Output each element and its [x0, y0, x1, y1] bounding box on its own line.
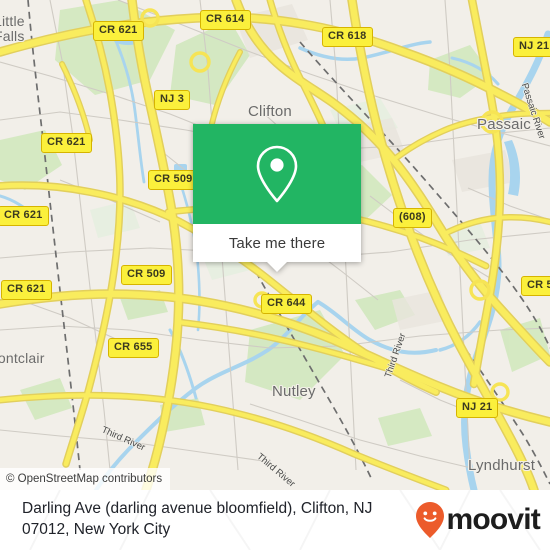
road-shield: CR 655 [108, 338, 159, 358]
address-label: Darling Ave (darling avenue bloomfield),… [22, 500, 373, 538]
place-label-passaic: Passaic [477, 116, 531, 133]
moovit-logo: moovit [415, 501, 550, 539]
popup-header [193, 124, 361, 224]
road-shield: CR 621 [1, 280, 52, 300]
road-shield: CR 621 [0, 206, 49, 226]
road-shield: CR 509 [148, 170, 199, 190]
place-label-text: Little Falls [0, 13, 25, 44]
road-shield: CR 621 [93, 21, 144, 41]
road-shield: NJ 3 [154, 90, 191, 110]
place-label: Little Falls [0, 14, 25, 43]
place-label-clifton: Clifton [248, 103, 292, 120]
road-shield: NJ 21 [456, 398, 499, 418]
moovit-pin-icon [416, 502, 445, 538]
place-label-montclair: Montclair [0, 350, 45, 366]
footer-bar: Darling Ave (darling avenue bloomfield),… [0, 490, 550, 550]
map-canvas[interactable]: Little Falls Clifton Passaic Montclair N… [0, 0, 550, 490]
popup-tail-pointer [266, 261, 288, 272]
osm-attribution[interactable]: © OpenStreetMap contributors [0, 468, 171, 490]
road-shield: (608) [393, 208, 432, 228]
osm-attribution-text: © OpenStreetMap contributors [6, 473, 163, 485]
popup-footer[interactable]: Take me there [193, 224, 361, 272]
road-shield: CR 621 [41, 133, 92, 153]
road-shield: CR 50 [521, 276, 550, 296]
road-shield: CR 614 [200, 10, 251, 30]
place-label-lyndhurst: Lyndhurst [468, 457, 536, 474]
road-shield: CR 644 [261, 294, 312, 314]
moovit-map-screenshot: Little Falls Clifton Passaic Montclair N… [0, 0, 550, 550]
road-shield: CR 618 [322, 27, 373, 47]
location-popup-card[interactable]: Take me there [193, 124, 361, 272]
location-pin-icon [256, 145, 298, 203]
road-shield: NJ 21 [513, 37, 550, 57]
place-label-nutley: Nutley [272, 383, 316, 400]
moovit-wordmark: moovit [446, 503, 540, 536]
take-me-there-label: Take me there [228, 234, 326, 252]
road-shield: CR 509 [121, 265, 172, 285]
